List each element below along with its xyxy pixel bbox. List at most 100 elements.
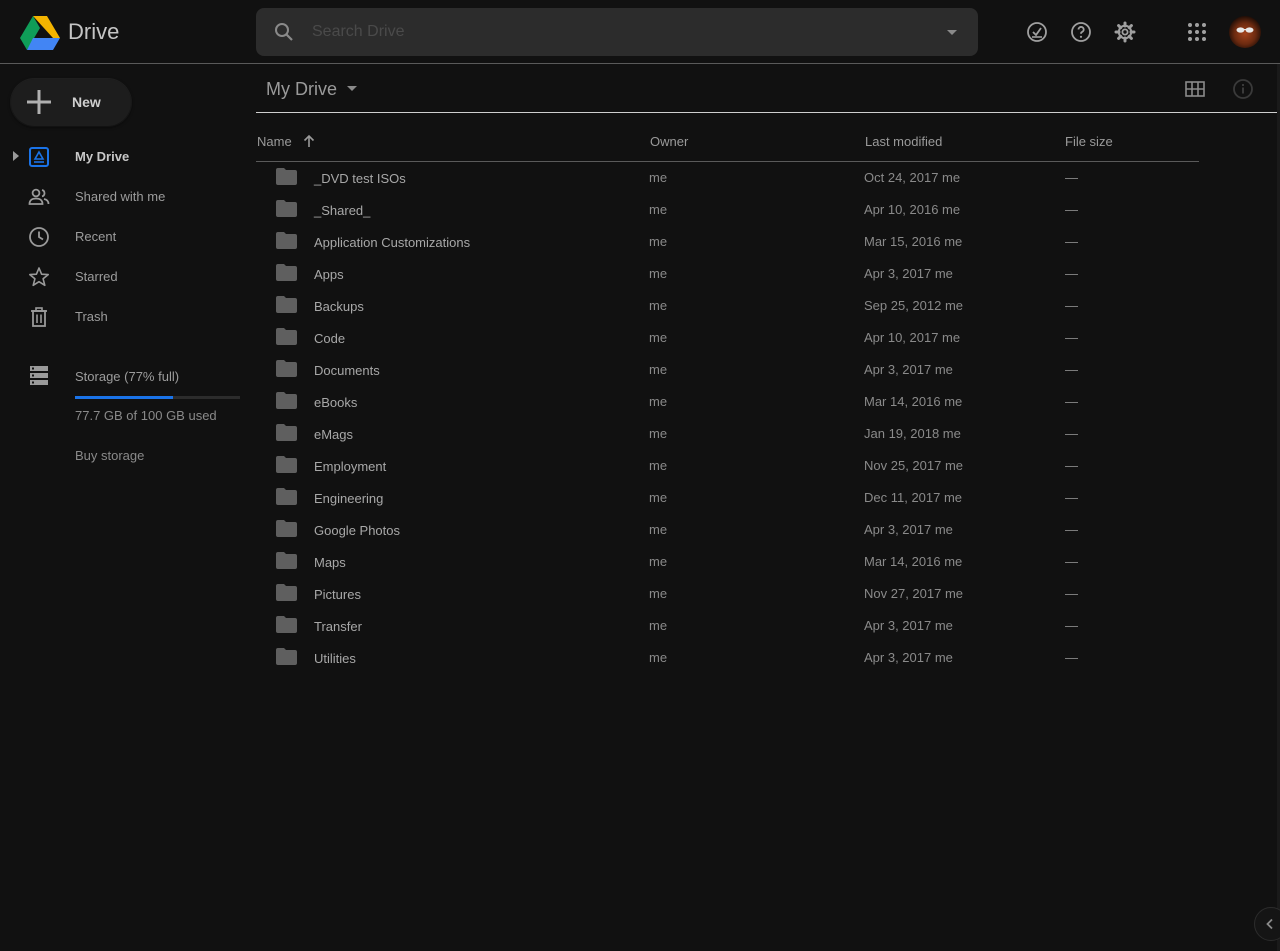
- offline-ready-icon[interactable]: [1025, 20, 1049, 44]
- folder-icon: [276, 200, 297, 217]
- table-row[interactable]: eBooks me Mar 14, 2016 me —: [256, 386, 1199, 418]
- table-row[interactable]: _DVD test ISOs me Oct 24, 2017 me —: [256, 162, 1199, 194]
- help-icon[interactable]: [1069, 20, 1093, 44]
- table-row[interactable]: Application Customizations me Mar 15, 2016…: [256, 226, 1199, 258]
- file-owner: me: [649, 362, 668, 377]
- file-last-modified: Nov 25, 2017 me: [864, 458, 964, 473]
- file-name: Transfer: [314, 619, 362, 634]
- file-size: —: [1065, 586, 1078, 601]
- chevron-left-icon: [1266, 918, 1273, 930]
- file-last-modified: Mar 15, 2016 me: [864, 234, 963, 249]
- file-last-modified: Dec 11, 2017 me: [864, 490, 963, 505]
- file-name: Google Photos: [314, 523, 401, 538]
- info-icon[interactable]: [1231, 77, 1255, 101]
- side-panel-toggle[interactable]: [1254, 907, 1280, 941]
- file-owner: me: [649, 490, 668, 505]
- file-owner: me: [649, 458, 668, 473]
- sidebar-item-trash[interactable]: Trash: [0, 298, 240, 338]
- folder-icon: [276, 264, 297, 281]
- table-row[interactable]: Code me Apr 10, 2017 me —: [256, 322, 1199, 354]
- file-size: —: [1065, 618, 1078, 633]
- file-owner: me: [649, 330, 668, 345]
- column-header-file-size[interactable]: File size: [1065, 134, 1113, 149]
- file-size: —: [1065, 330, 1078, 345]
- search-input[interactable]: [312, 18, 912, 46]
- table-row[interactable]: Google Photos me Apr 3, 2017 me —: [256, 514, 1199, 546]
- column-header-name[interactable]: Name: [257, 134, 292, 149]
- file-list-header: Name Owner Last modified File size: [256, 122, 1199, 162]
- file-name: Code: [314, 331, 346, 346]
- file-name: Backups: [314, 299, 364, 314]
- storage-used-text: 77.7 GB of 100 GB used: [75, 408, 217, 423]
- folder-icon: [276, 328, 297, 345]
- avatar-glasses-icon: [1236, 27, 1254, 33]
- storage-progress-bar: [75, 396, 240, 399]
- file-last-modified: Mar 14, 2016 me: [864, 554, 963, 569]
- file-name: Employment: [314, 459, 387, 474]
- drive-logo-icon[interactable]: [20, 14, 60, 50]
- account-avatar[interactable]: [1229, 16, 1261, 48]
- column-header-last-modified[interactable]: Last modified: [865, 134, 942, 149]
- file-owner: me: [649, 586, 668, 601]
- folder-icon: [276, 168, 297, 185]
- table-row[interactable]: Employment me Nov 25, 2017 me —: [256, 450, 1199, 482]
- table-row[interactable]: Transfer me Apr 3, 2017 me —: [256, 610, 1199, 642]
- file-name: Application Customizations: [314, 235, 471, 250]
- buy-storage-link[interactable]: Buy storage: [75, 448, 144, 463]
- grid-view-icon[interactable]: [1183, 77, 1207, 101]
- sidebar-item-recent[interactable]: Recent: [0, 218, 240, 258]
- breadcrumb-my-drive[interactable]: My Drive: [266, 79, 337, 100]
- file-owner: me: [649, 298, 668, 313]
- file-size: —: [1065, 170, 1078, 185]
- file-size: —: [1065, 202, 1078, 217]
- file-owner: me: [649, 234, 668, 249]
- sidebar-item-starred[interactable]: Starred: [0, 258, 240, 298]
- file-last-modified: Apr 10, 2017 me: [864, 330, 961, 345]
- folder-icon: [276, 584, 297, 601]
- sidebar-item-label: Recent: [75, 229, 117, 244]
- sidebar-item-label: Starred: [75, 269, 118, 284]
- settings-icon[interactable]: [1113, 20, 1137, 44]
- table-row[interactable]: Pictures me Nov 27, 2017 me —: [256, 578, 1199, 610]
- folder-icon: [276, 616, 297, 633]
- file-last-modified: Apr 3, 2017 me: [864, 362, 953, 377]
- file-owner: me: [649, 202, 668, 217]
- table-row[interactable]: Maps me Mar 14, 2016 me —: [256, 546, 1199, 578]
- expand-arrow-icon[interactable]: [13, 151, 19, 161]
- my-drive-icon: [29, 147, 49, 167]
- search-icon[interactable]: [272, 20, 296, 44]
- table-row[interactable]: Engineering me Dec 11, 2017 me —: [256, 482, 1199, 514]
- new-button[interactable]: New: [11, 79, 131, 126]
- file-last-modified: Oct 24, 2017 me: [864, 170, 961, 185]
- sidebar-item-shared-with-me[interactable]: Shared with me: [0, 178, 240, 218]
- storage-label[interactable]: Storage (77% full): [75, 369, 179, 384]
- table-row[interactable]: Documents me Apr 3, 2017 me —: [256, 354, 1199, 386]
- file-owner: me: [649, 618, 668, 633]
- sidebar-item-my-drive[interactable]: My Drive: [0, 138, 240, 178]
- folder-icon: [276, 360, 297, 377]
- chevron-down-icon[interactable]: [346, 84, 358, 94]
- file-name: _Shared_: [314, 203, 371, 218]
- table-row[interactable]: _Shared_ me Apr 10, 2016 me —: [256, 194, 1199, 226]
- apps-grid-icon[interactable]: [1185, 20, 1209, 44]
- file-last-modified: Nov 27, 2017 me: [864, 586, 964, 601]
- app-title[interactable]: Drive: [68, 19, 119, 45]
- file-name: Utilities: [314, 651, 356, 666]
- table-row[interactable]: eMags me Jan 19, 2018 me —: [256, 418, 1199, 450]
- file-owner: me: [649, 554, 668, 569]
- table-row[interactable]: Backups me Sep 25, 2012 me —: [256, 290, 1199, 322]
- shared-people-icon: [28, 188, 50, 205]
- table-row[interactable]: Apps me Apr 3, 2017 me —: [256, 258, 1199, 290]
- file-last-modified: Apr 3, 2017 me: [864, 650, 953, 665]
- search-bar[interactable]: [256, 8, 978, 56]
- file-last-modified: Apr 3, 2017 me: [864, 618, 953, 633]
- search-options-icon[interactable]: [944, 25, 960, 41]
- folder-icon: [276, 488, 297, 505]
- table-row[interactable]: Utilities me Apr 3, 2017 me —: [256, 642, 1199, 674]
- top-bar: Drive: [0, 0, 1280, 64]
- sidebar-item-label: My Drive: [75, 149, 130, 164]
- file-size: —: [1065, 650, 1078, 665]
- sort-ascending-icon[interactable]: [302, 134, 316, 148]
- file-name: _DVD test ISOs: [314, 171, 406, 186]
- column-header-owner[interactable]: Owner: [650, 134, 688, 149]
